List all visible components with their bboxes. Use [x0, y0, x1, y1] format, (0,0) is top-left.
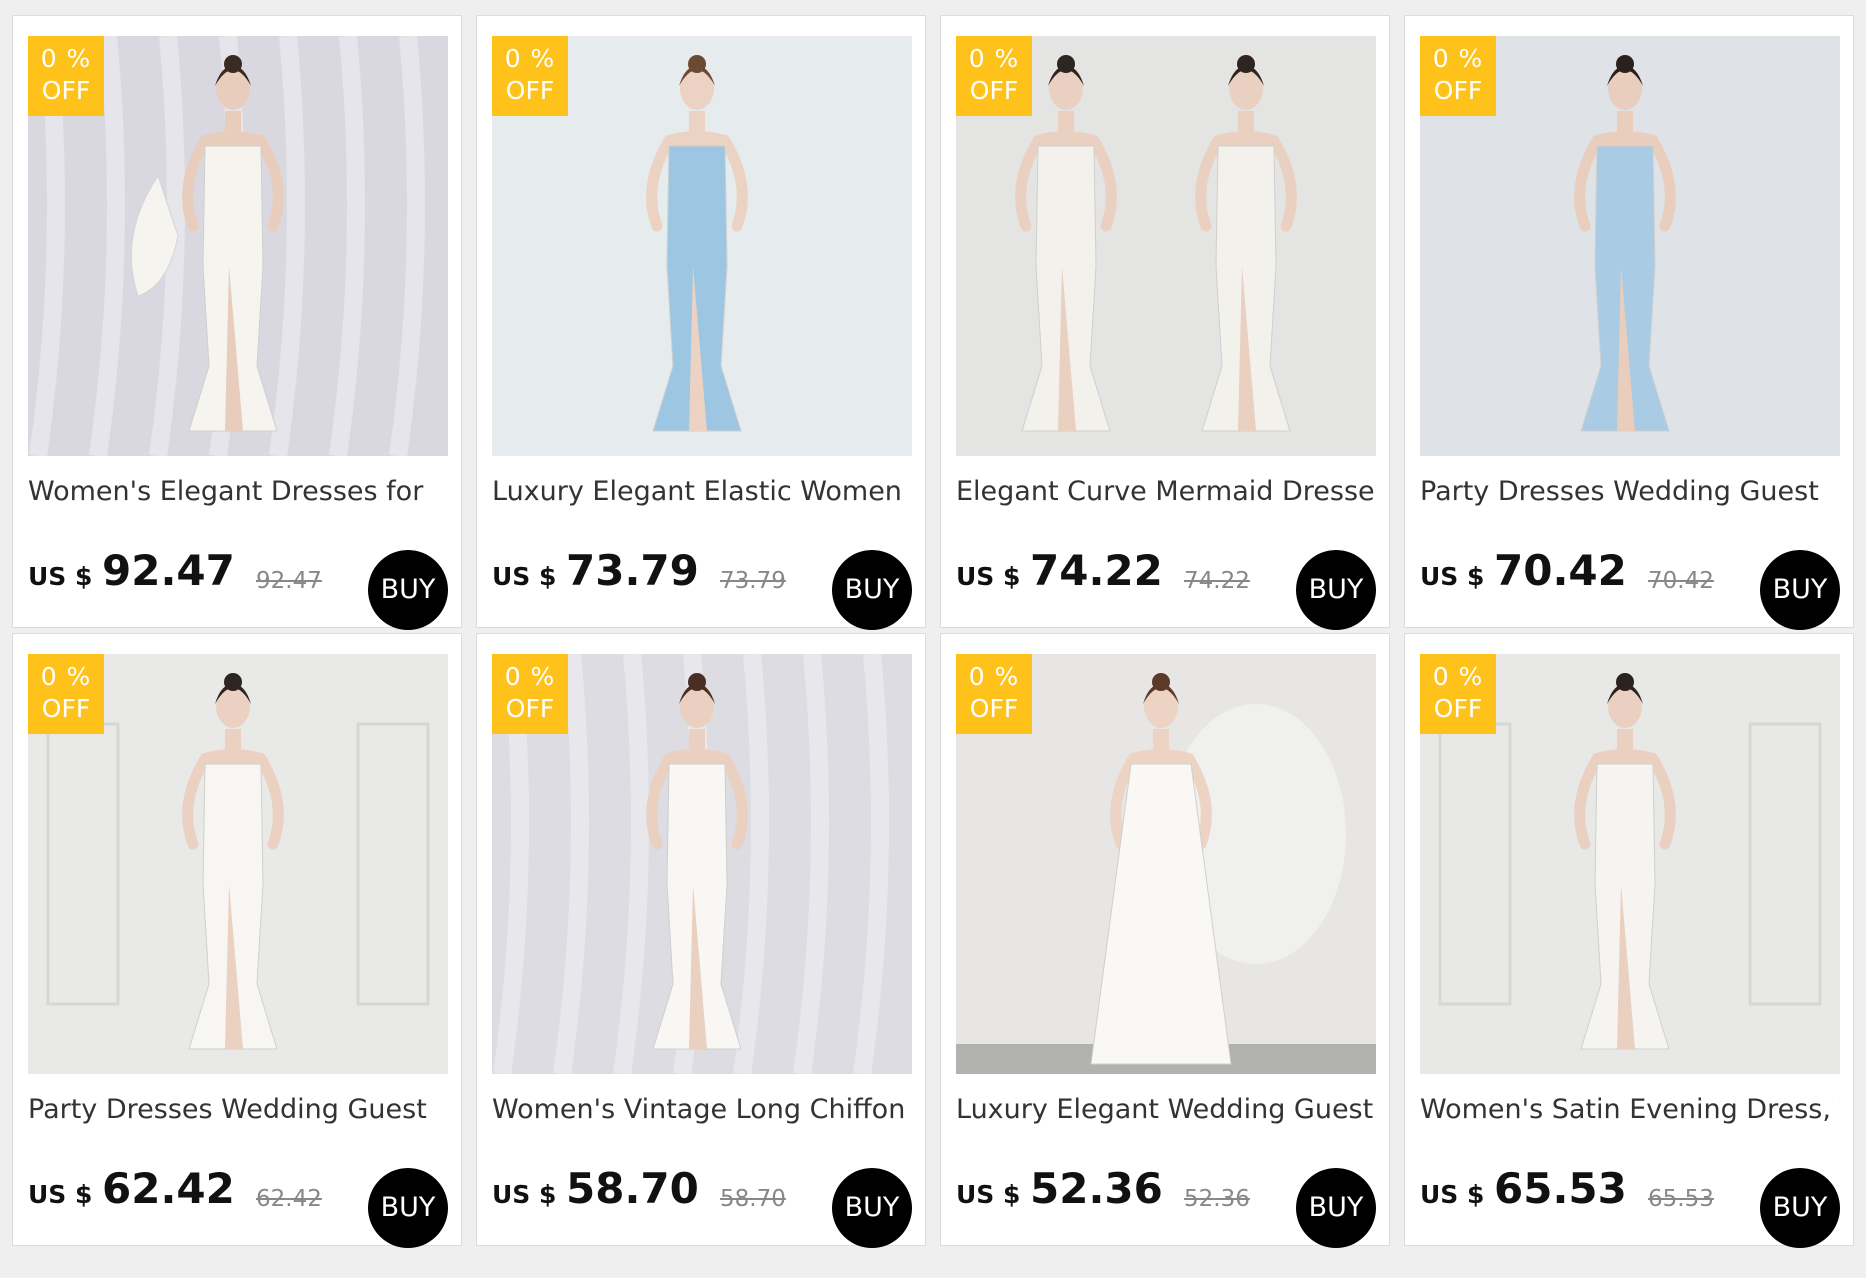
discount-badge: 0 % OFF	[28, 654, 104, 734]
discount-off-label: OFF	[1433, 76, 1483, 105]
discount-off-label: OFF	[41, 694, 91, 723]
product-title[interactable]: Women's Elegant Dresses for	[28, 476, 448, 507]
price-row: US $ 52.36 52.36 BUY	[956, 1154, 1376, 1248]
discount-badge: 0 % OFF	[1420, 36, 1496, 116]
sale-price: 92.47	[102, 546, 235, 595]
product-title[interactable]: Women's Satin Evening Dress, V	[1420, 1094, 1840, 1125]
product-card[interactable]: 0 % OFF Women's Vintage Long Chiffon US …	[476, 633, 926, 1248]
currency-label: US $	[492, 1180, 557, 1209]
product-title[interactable]: Elegant Curve Mermaid Dresses	[956, 476, 1376, 507]
original-price: 58.70	[720, 1186, 786, 1212]
product-image[interactable]: 0 % OFF	[1420, 36, 1840, 456]
product-card[interactable]: 0 % OFF Luxury Elegant Elastic Women US …	[476, 15, 926, 630]
model-hair-bun	[1057, 55, 1075, 73]
discount-percent: 0 %	[40, 662, 92, 691]
currency-label: US $	[956, 562, 1021, 591]
buy-button[interactable]: BUY	[1760, 550, 1840, 630]
discount-percent: 0 %	[504, 662, 556, 691]
product-title[interactable]: Luxury Elegant Wedding Guest	[956, 1094, 1376, 1125]
discount-off-label: OFF	[505, 694, 555, 723]
currency-label: US $	[492, 562, 557, 591]
product-title[interactable]: Women's Vintage Long Chiffon	[492, 1094, 912, 1125]
model-hair-bun	[688, 55, 706, 73]
discount-percent: 0 %	[504, 44, 556, 73]
original-price: 62.42	[256, 1186, 322, 1212]
product-grid: 0 % OFF Women's Elegant Dresses for US $…	[12, 15, 1856, 1248]
product-title[interactable]: Party Dresses Wedding Guest	[28, 1094, 448, 1125]
discount-off-label: OFF	[1433, 694, 1483, 723]
model-hair-bun	[1152, 673, 1170, 691]
discount-badge: 0 % OFF	[492, 36, 568, 116]
buy-button[interactable]: BUY	[1296, 550, 1376, 630]
buy-button[interactable]: BUY	[832, 1168, 912, 1248]
product-image[interactable]: 0 % OFF	[28, 654, 448, 1074]
price-row: US $ 92.47 92.47 BUY	[28, 536, 448, 630]
buy-button[interactable]: BUY	[368, 1168, 448, 1248]
sale-price: 65.53	[1494, 1164, 1627, 1213]
model-hair-bun	[688, 673, 706, 691]
product-image[interactable]: 0 % OFF	[956, 654, 1376, 1074]
discount-percent: 0 %	[1432, 662, 1484, 691]
discount-badge: 0 % OFF	[956, 36, 1032, 116]
original-price: 65.53	[1648, 1186, 1714, 1212]
discount-percent: 0 %	[968, 662, 1020, 691]
model-hair-bun	[1616, 673, 1634, 691]
buy-button[interactable]: BUY	[832, 550, 912, 630]
sale-price: 62.42	[102, 1164, 235, 1213]
product-image[interactable]: 0 % OFF	[492, 36, 912, 456]
discount-off-label: OFF	[969, 694, 1019, 723]
discount-badge: 0 % OFF	[1420, 654, 1496, 734]
buy-button[interactable]: BUY	[1296, 1168, 1376, 1248]
discount-percent: 0 %	[968, 44, 1020, 73]
product-card[interactable]: 0 % OFF Party Dresses Wedding Guest US $…	[12, 633, 462, 1248]
price-row: US $ 73.79 73.79 BUY	[492, 536, 912, 630]
model-hair-bun	[224, 673, 242, 691]
product-card[interactable]: 0 % OFF Women's Satin Evening Dress, V U…	[1404, 633, 1854, 1248]
model-hair-bun	[1237, 55, 1255, 73]
original-price: 70.42	[1648, 568, 1714, 594]
product-card[interactable]: 0 % OFF Elegant Curve Mermaid Dresses US…	[940, 15, 1390, 630]
sale-price: 58.70	[566, 1164, 699, 1213]
discount-badge: 0 % OFF	[956, 654, 1032, 734]
product-title[interactable]: Luxury Elegant Elastic Women	[492, 476, 912, 507]
sale-price: 74.22	[1030, 546, 1163, 595]
sale-price: 52.36	[1030, 1164, 1163, 1213]
original-price: 92.47	[256, 568, 322, 594]
product-image[interactable]: 0 % OFF	[1420, 654, 1840, 1074]
original-price: 52.36	[1184, 1186, 1250, 1212]
product-image[interactable]: 0 % OFF	[956, 36, 1376, 456]
currency-label: US $	[956, 1180, 1021, 1209]
discount-off-label: OFF	[41, 76, 91, 105]
discount-badge: 0 % OFF	[492, 654, 568, 734]
product-image[interactable]: 0 % OFF	[28, 36, 448, 456]
currency-label: US $	[28, 1180, 93, 1209]
discount-percent: 0 %	[1432, 44, 1484, 73]
buy-button[interactable]: BUY	[368, 550, 448, 630]
currency-label: US $	[1420, 1180, 1485, 1209]
discount-percent: 0 %	[40, 44, 92, 73]
price-row: US $ 58.70 58.70 BUY	[492, 1154, 912, 1248]
product-image[interactable]: 0 % OFF	[492, 654, 912, 1074]
product-card[interactable]: 0 % OFF Women's Elegant Dresses for US $…	[12, 15, 462, 630]
sale-price: 73.79	[566, 546, 699, 595]
product-card[interactable]: 0 % OFF Party Dresses Wedding Guest US $…	[1404, 15, 1854, 630]
original-price: 74.22	[1184, 568, 1250, 594]
discount-badge: 0 % OFF	[28, 36, 104, 116]
price-row: US $ 74.22 74.22 BUY	[956, 536, 1376, 630]
currency-label: US $	[28, 562, 93, 591]
price-row: US $ 65.53 65.53 BUY	[1420, 1154, 1840, 1248]
price-row: US $ 70.42 70.42 BUY	[1420, 536, 1840, 630]
discount-off-label: OFF	[505, 76, 555, 105]
sale-price: 70.42	[1494, 546, 1627, 595]
product-title[interactable]: Party Dresses Wedding Guest	[1420, 476, 1840, 507]
product-card[interactable]: 0 % OFF Luxury Elegant Wedding Guest US …	[940, 633, 1390, 1248]
buy-button[interactable]: BUY	[1760, 1168, 1840, 1248]
model-hair-bun	[224, 55, 242, 73]
price-row: US $ 62.42 62.42 BUY	[28, 1154, 448, 1248]
original-price: 73.79	[720, 568, 786, 594]
model-hair-bun	[1616, 55, 1634, 73]
discount-off-label: OFF	[969, 76, 1019, 105]
currency-label: US $	[1420, 562, 1485, 591]
